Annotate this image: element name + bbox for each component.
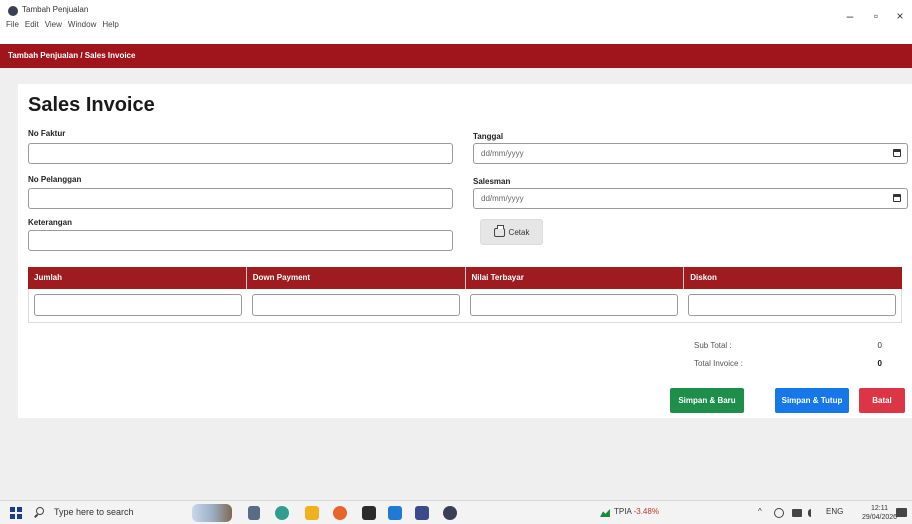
app-icon xyxy=(8,6,18,16)
stock-change: -3.48% xyxy=(633,507,659,516)
file-explorer-icon[interactable] xyxy=(305,506,319,520)
language-indicator[interactable]: ENG xyxy=(826,507,843,516)
close-button[interactable]: × xyxy=(892,10,908,22)
tanggal-placeholder: dd/mm/yyyy xyxy=(481,149,524,158)
search-icon[interactable] xyxy=(36,507,44,515)
cancel-button[interactable]: Batal xyxy=(859,388,905,413)
vscode-icon[interactable] xyxy=(388,506,402,520)
start-icon[interactable] xyxy=(10,507,22,519)
stock-chart-icon xyxy=(600,509,610,517)
calendar-icon[interactable] xyxy=(893,194,901,202)
maximize-button[interactable]: ▫ xyxy=(868,10,884,22)
weather-widget-icon[interactable] xyxy=(192,504,232,522)
tanggal-date-input[interactable]: dd/mm/yyyy xyxy=(473,143,908,164)
firefox-icon[interactable] xyxy=(333,506,347,520)
save-and-close-button[interactable]: Simpan & Tutup xyxy=(775,388,849,413)
menu-bar: File Edit View Window Help xyxy=(6,20,119,29)
printer-icon xyxy=(493,224,505,237)
no-faktur-label: No Faktur xyxy=(28,129,66,138)
diskon-input[interactable] xyxy=(688,294,896,316)
menu-edit[interactable]: Edit xyxy=(25,20,39,29)
edge-browser-icon[interactable] xyxy=(275,506,289,520)
menu-help[interactable]: Help xyxy=(102,20,118,29)
table-row xyxy=(28,289,902,323)
window-titlebar: Tambah Penjualan File Edit View Window H… xyxy=(0,0,912,44)
jumlah-input[interactable] xyxy=(34,294,242,316)
save-and-new-button[interactable]: Simpan & Baru xyxy=(670,388,744,413)
stock-ticker[interactable]: TPIA -3.48% xyxy=(614,507,659,516)
salesman-placeholder: dd/mm/yyyy xyxy=(481,194,524,203)
no-pelanggan-label: No Pelanggan xyxy=(28,175,82,184)
salesman-label: Salesman xyxy=(473,177,511,186)
page-title: Sales Invoice xyxy=(28,94,155,116)
print-button-label: Cetak xyxy=(508,227,530,237)
column-header-nilai-terbayar: Nilai Terbayar xyxy=(466,267,685,289)
total-invoice-label: Total Invoice : xyxy=(694,359,743,368)
clock-date: 29/04/2026 xyxy=(862,514,898,521)
menu-file[interactable]: File xyxy=(6,20,19,29)
volume-icon[interactable] xyxy=(808,509,817,517)
windows-taskbar: Type here to search TPIA -3.48% ^ ENG 12… xyxy=(0,500,912,524)
no-faktur-input[interactable] xyxy=(28,143,453,164)
invoice-panel: Sales Invoice No Faktur No Pelanggan Ket… xyxy=(18,84,912,418)
running-app-icon[interactable] xyxy=(443,506,457,520)
total-invoice-value: 0 xyxy=(877,359,882,368)
minimize-button[interactable]: – xyxy=(842,10,858,22)
salesman-date-input[interactable]: dd/mm/yyyy xyxy=(473,188,908,209)
nilai-terbayar-input[interactable] xyxy=(470,294,678,316)
battery-icon[interactable] xyxy=(792,509,802,517)
column-header-diskon: Diskon xyxy=(690,273,717,282)
notification-icon[interactable] xyxy=(896,508,907,517)
window-title: Tambah Penjualan xyxy=(22,5,89,14)
print-button[interactable]: Cetak xyxy=(480,219,543,245)
keterangan-input[interactable] xyxy=(28,230,453,251)
sub-total-label: Sub Total : xyxy=(694,341,732,350)
clock[interactable]: 12:11 29/04/2026 xyxy=(862,504,897,522)
no-pelanggan-input[interactable] xyxy=(28,188,453,209)
app-window-icon[interactable] xyxy=(415,506,429,520)
sub-total-value: 0 xyxy=(877,341,882,350)
clock-time: 12:11 xyxy=(871,505,889,512)
chevron-up-icon[interactable]: ^ xyxy=(758,507,762,516)
keterangan-label: Keterangan xyxy=(28,218,73,227)
taskbar-search-input[interactable]: Type here to search xyxy=(54,507,134,517)
payment-table-header: Jumlah Down Payment Nilai Terbayar Disko… xyxy=(28,267,902,289)
onedrive-icon[interactable] xyxy=(774,508,784,518)
menu-window[interactable]: Window xyxy=(68,20,96,29)
tanggal-label: Tanggal xyxy=(473,132,504,141)
calendar-icon[interactable] xyxy=(893,149,901,157)
menu-view[interactable]: View xyxy=(45,20,62,29)
down-payment-input[interactable] xyxy=(252,294,460,316)
terminal-icon[interactable] xyxy=(362,506,376,520)
column-header-down-payment: Down Payment xyxy=(247,267,466,289)
stock-name: TPIA xyxy=(614,507,632,516)
task-view-icon[interactable] xyxy=(248,506,260,520)
breadcrumb: Tambah Penjualan / Sales Invoice xyxy=(0,44,912,68)
column-header-jumlah: Jumlah xyxy=(28,267,247,289)
